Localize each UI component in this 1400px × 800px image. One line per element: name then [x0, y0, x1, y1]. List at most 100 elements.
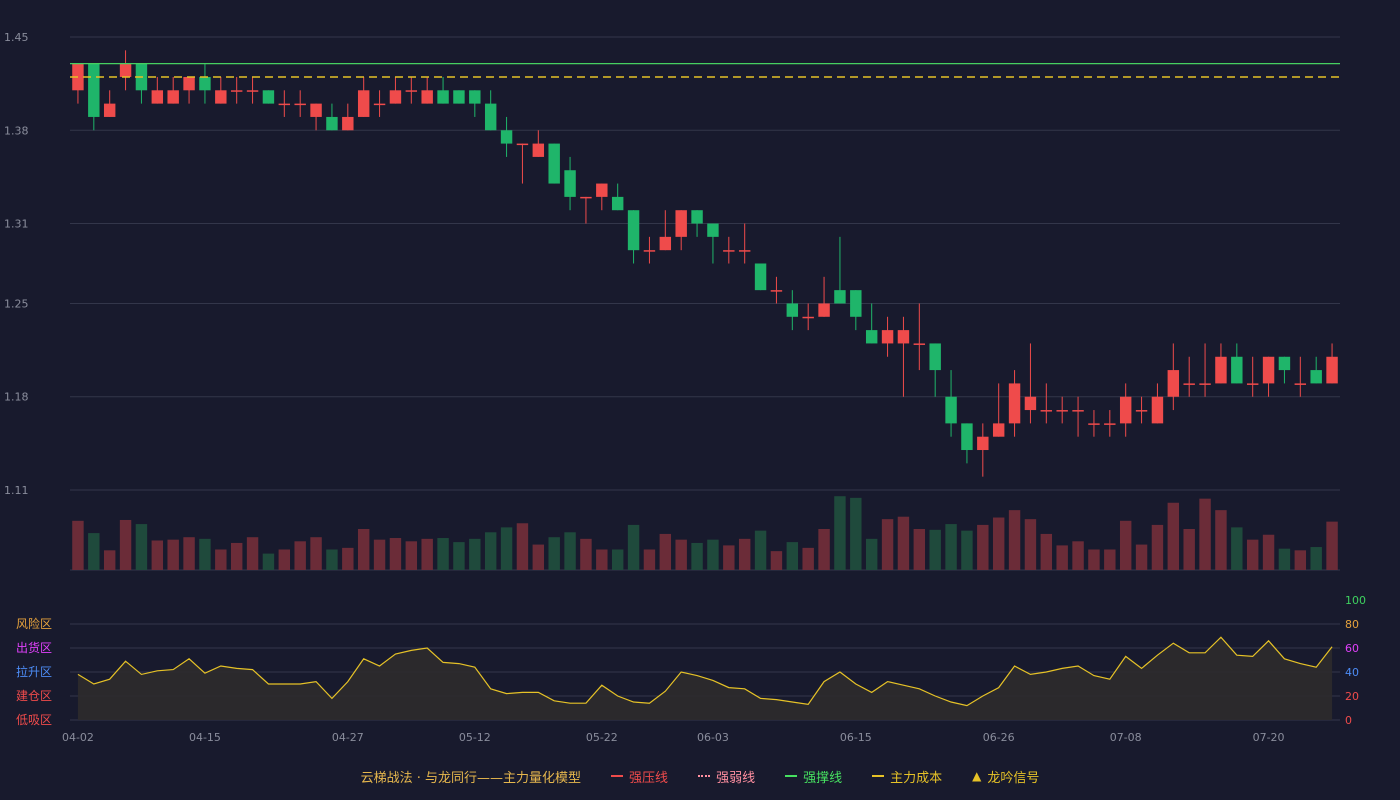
candle-body [881, 330, 894, 344]
candle-body [929, 343, 941, 371]
candle-body [945, 396, 957, 424]
volume-bar [1310, 547, 1322, 570]
volume-bar [421, 538, 433, 570]
candle-body [357, 90, 370, 117]
candle-body [580, 196, 592, 199]
volume-bar [929, 529, 941, 570]
pressure-line-swatch [611, 775, 624, 777]
candle-body [453, 90, 465, 104]
legend-item-dragon-signal[interactable]: ▲ 龙吟信号 [972, 767, 1039, 786]
legend-item-support-line[interactable]: 强撑线 [785, 767, 842, 786]
indicator-tick-label: 20 [1345, 690, 1359, 703]
zone-label: 低吸区 [16, 713, 52, 727]
volume-bar [1326, 521, 1338, 570]
volume-bar [294, 541, 306, 570]
price-tick-label: 1.11 [4, 484, 29, 497]
candle-body [548, 143, 560, 184]
candle-body [818, 303, 830, 317]
volume-bar [278, 549, 291, 570]
candle-body [1072, 410, 1084, 412]
volume-bar [786, 542, 799, 570]
candle-body [992, 423, 1005, 437]
price-tick-label: 1.31 [4, 218, 29, 231]
x-tick-label: 04-27 [332, 731, 364, 744]
volume-bar [342, 547, 354, 570]
volume-bar [865, 538, 878, 570]
indicator-tick-label: 60 [1345, 642, 1359, 655]
volume-bar [389, 538, 402, 570]
volume-bar [564, 532, 576, 570]
candle-body [437, 90, 449, 104]
volume-bar [770, 551, 783, 570]
volume-bar [611, 549, 624, 570]
volume-bar [961, 530, 973, 570]
candle-body [278, 103, 291, 106]
volume-bar [945, 524, 957, 570]
candle-body [786, 303, 799, 317]
candle-body [627, 210, 640, 251]
candle-body [1104, 423, 1116, 425]
volume-bar [580, 538, 592, 570]
volume-bar [167, 539, 179, 570]
volume-bar [1199, 498, 1211, 570]
volume-bar [1294, 550, 1307, 570]
price-tick-label: 1.45 [4, 31, 29, 44]
candle-body [1310, 370, 1322, 384]
candle-body [913, 343, 926, 345]
candle-body [675, 210, 687, 237]
candle-body [484, 103, 497, 131]
volume-bar [802, 547, 814, 570]
x-tick-label: 05-12 [459, 731, 491, 744]
candle-body [1326, 356, 1338, 384]
price-tick-label: 1.25 [4, 297, 29, 310]
candle-body [1262, 356, 1275, 384]
candle-body [199, 76, 211, 91]
volume-bar [1262, 534, 1275, 570]
price-tick-label: 1.18 [4, 391, 29, 404]
volume-bar [246, 537, 259, 570]
legend-item-cost-line[interactable]: 主力成本 [872, 767, 942, 786]
volume-bar [1056, 545, 1068, 570]
candle-body [850, 290, 862, 317]
x-tick-label: 05-22 [586, 731, 618, 744]
volume-bar [405, 541, 418, 570]
volume-bar [532, 544, 545, 570]
volume-bar [230, 542, 243, 570]
legend-item-pressure-line[interactable]: 强压线 [611, 767, 668, 786]
indicator-tick-label: 100 [1345, 594, 1366, 607]
volume-bar [215, 549, 227, 570]
candle-body [119, 63, 132, 77]
volume-bar [659, 533, 672, 570]
candle-body [215, 90, 227, 104]
candle-body [1008, 383, 1021, 424]
candle-body [659, 236, 672, 251]
candle-body [1246, 383, 1259, 385]
candle-body [516, 143, 529, 146]
candle-body [691, 210, 703, 224]
legend-label: 强撑线 [803, 770, 843, 786]
indicator-tick-label: 40 [1345, 666, 1359, 679]
candle-body [643, 250, 656, 252]
volume-bar [469, 538, 481, 570]
candle-body [310, 103, 322, 117]
volume-bar [1024, 519, 1037, 570]
volume-bar [1088, 549, 1100, 570]
candle-body [294, 103, 306, 106]
volume-bar [992, 517, 1005, 570]
legend-item-strength-line[interactable]: 强弱线 [698, 767, 755, 786]
x-tick-label: 04-15 [189, 731, 221, 744]
volume-bar [548, 537, 560, 570]
volume-bar [1151, 524, 1164, 570]
candle-body [802, 316, 814, 319]
candle-body [1024, 396, 1037, 411]
volume-bar [119, 519, 132, 570]
volume-bar [881, 519, 894, 570]
candle-body [865, 330, 878, 344]
x-tick-label: 06-26 [983, 731, 1015, 744]
volume-bar [754, 530, 767, 570]
candle-body [1278, 356, 1291, 371]
volume-bar [373, 539, 386, 570]
volume-bar [453, 542, 465, 570]
volume-bar [1278, 548, 1291, 570]
candle-body [707, 223, 719, 237]
